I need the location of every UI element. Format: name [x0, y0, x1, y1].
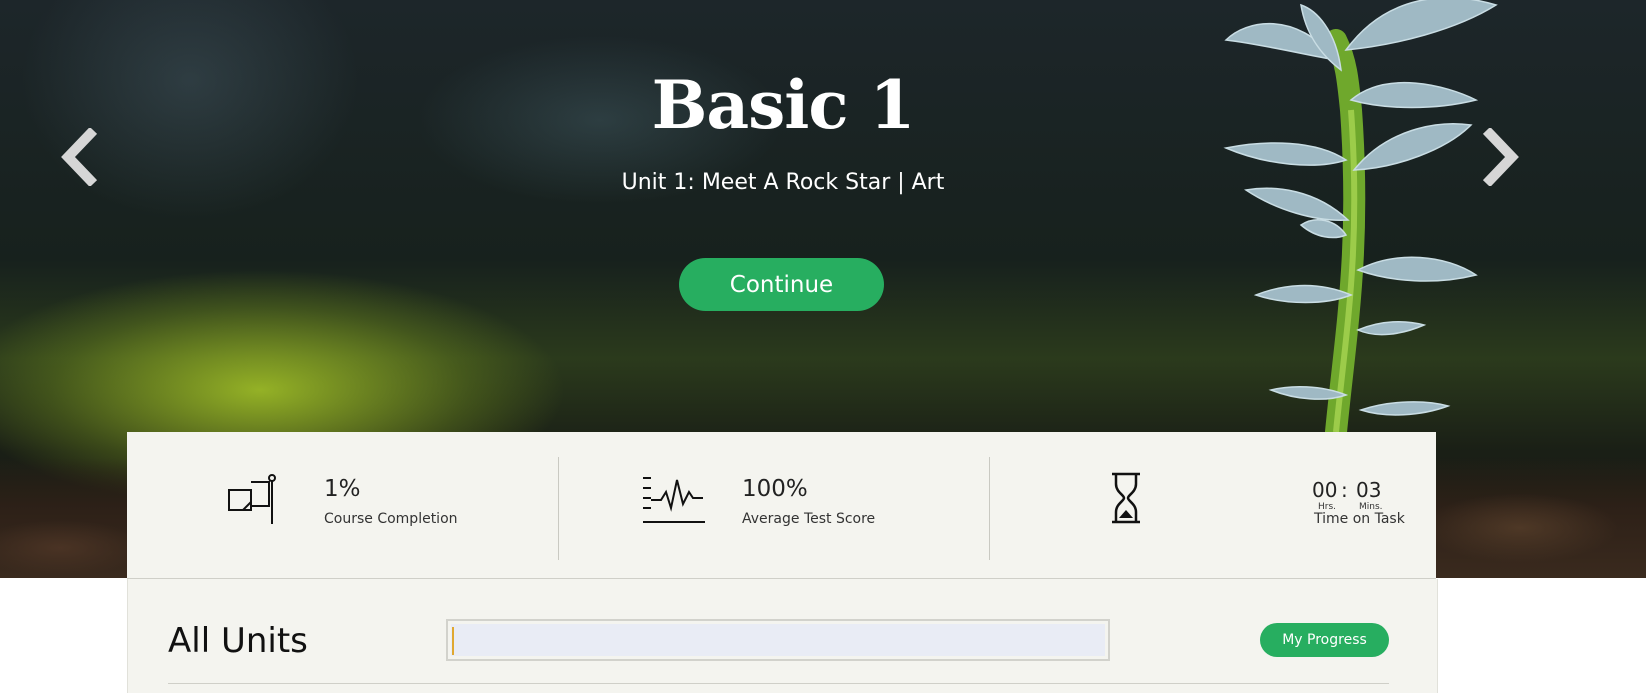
units-divider — [168, 683, 1389, 684]
average-test-score-stat: 100% Average Test Score — [559, 432, 989, 578]
time-minutes: 03 — [1356, 478, 1382, 502]
stats-panel: 1% Course Completion 100% Average Test S… — [127, 432, 1436, 579]
test-score-label: Average Test Score — [742, 511, 876, 527]
all-units-heading: All Units — [168, 621, 308, 661]
test-score-value: 100% — [742, 476, 808, 502]
course-title: Basic 1 — [651, 66, 916, 144]
units-panel: All Units My Progress — [127, 579, 1438, 693]
completion-label: Course Completion — [324, 511, 458, 527]
my-progress-button[interactable]: My Progress — [1260, 623, 1389, 657]
completion-value: 1% — [324, 476, 361, 502]
pulse-chart-icon — [643, 477, 705, 523]
course-completion-stat: 1% Course Completion — [127, 432, 558, 578]
time-on-task-label: Time on Task — [1314, 511, 1405, 527]
sprout-image — [1223, 0, 1498, 432]
text-cursor — [452, 627, 454, 655]
hourglass-icon — [1112, 472, 1140, 524]
time-on-task-stat: 00 : 03 Hrs. Mins. Time on Task — [990, 432, 1436, 578]
time-hours: 00 — [1312, 478, 1338, 502]
flag-icon — [228, 474, 276, 524]
continue-button[interactable]: Continue — [679, 258, 884, 311]
units-search-input[interactable] — [446, 619, 1110, 661]
time-separator: : — [1341, 478, 1348, 502]
course-subtitle: Unit 1: Meet A Rock Star | Art — [621, 170, 945, 195]
